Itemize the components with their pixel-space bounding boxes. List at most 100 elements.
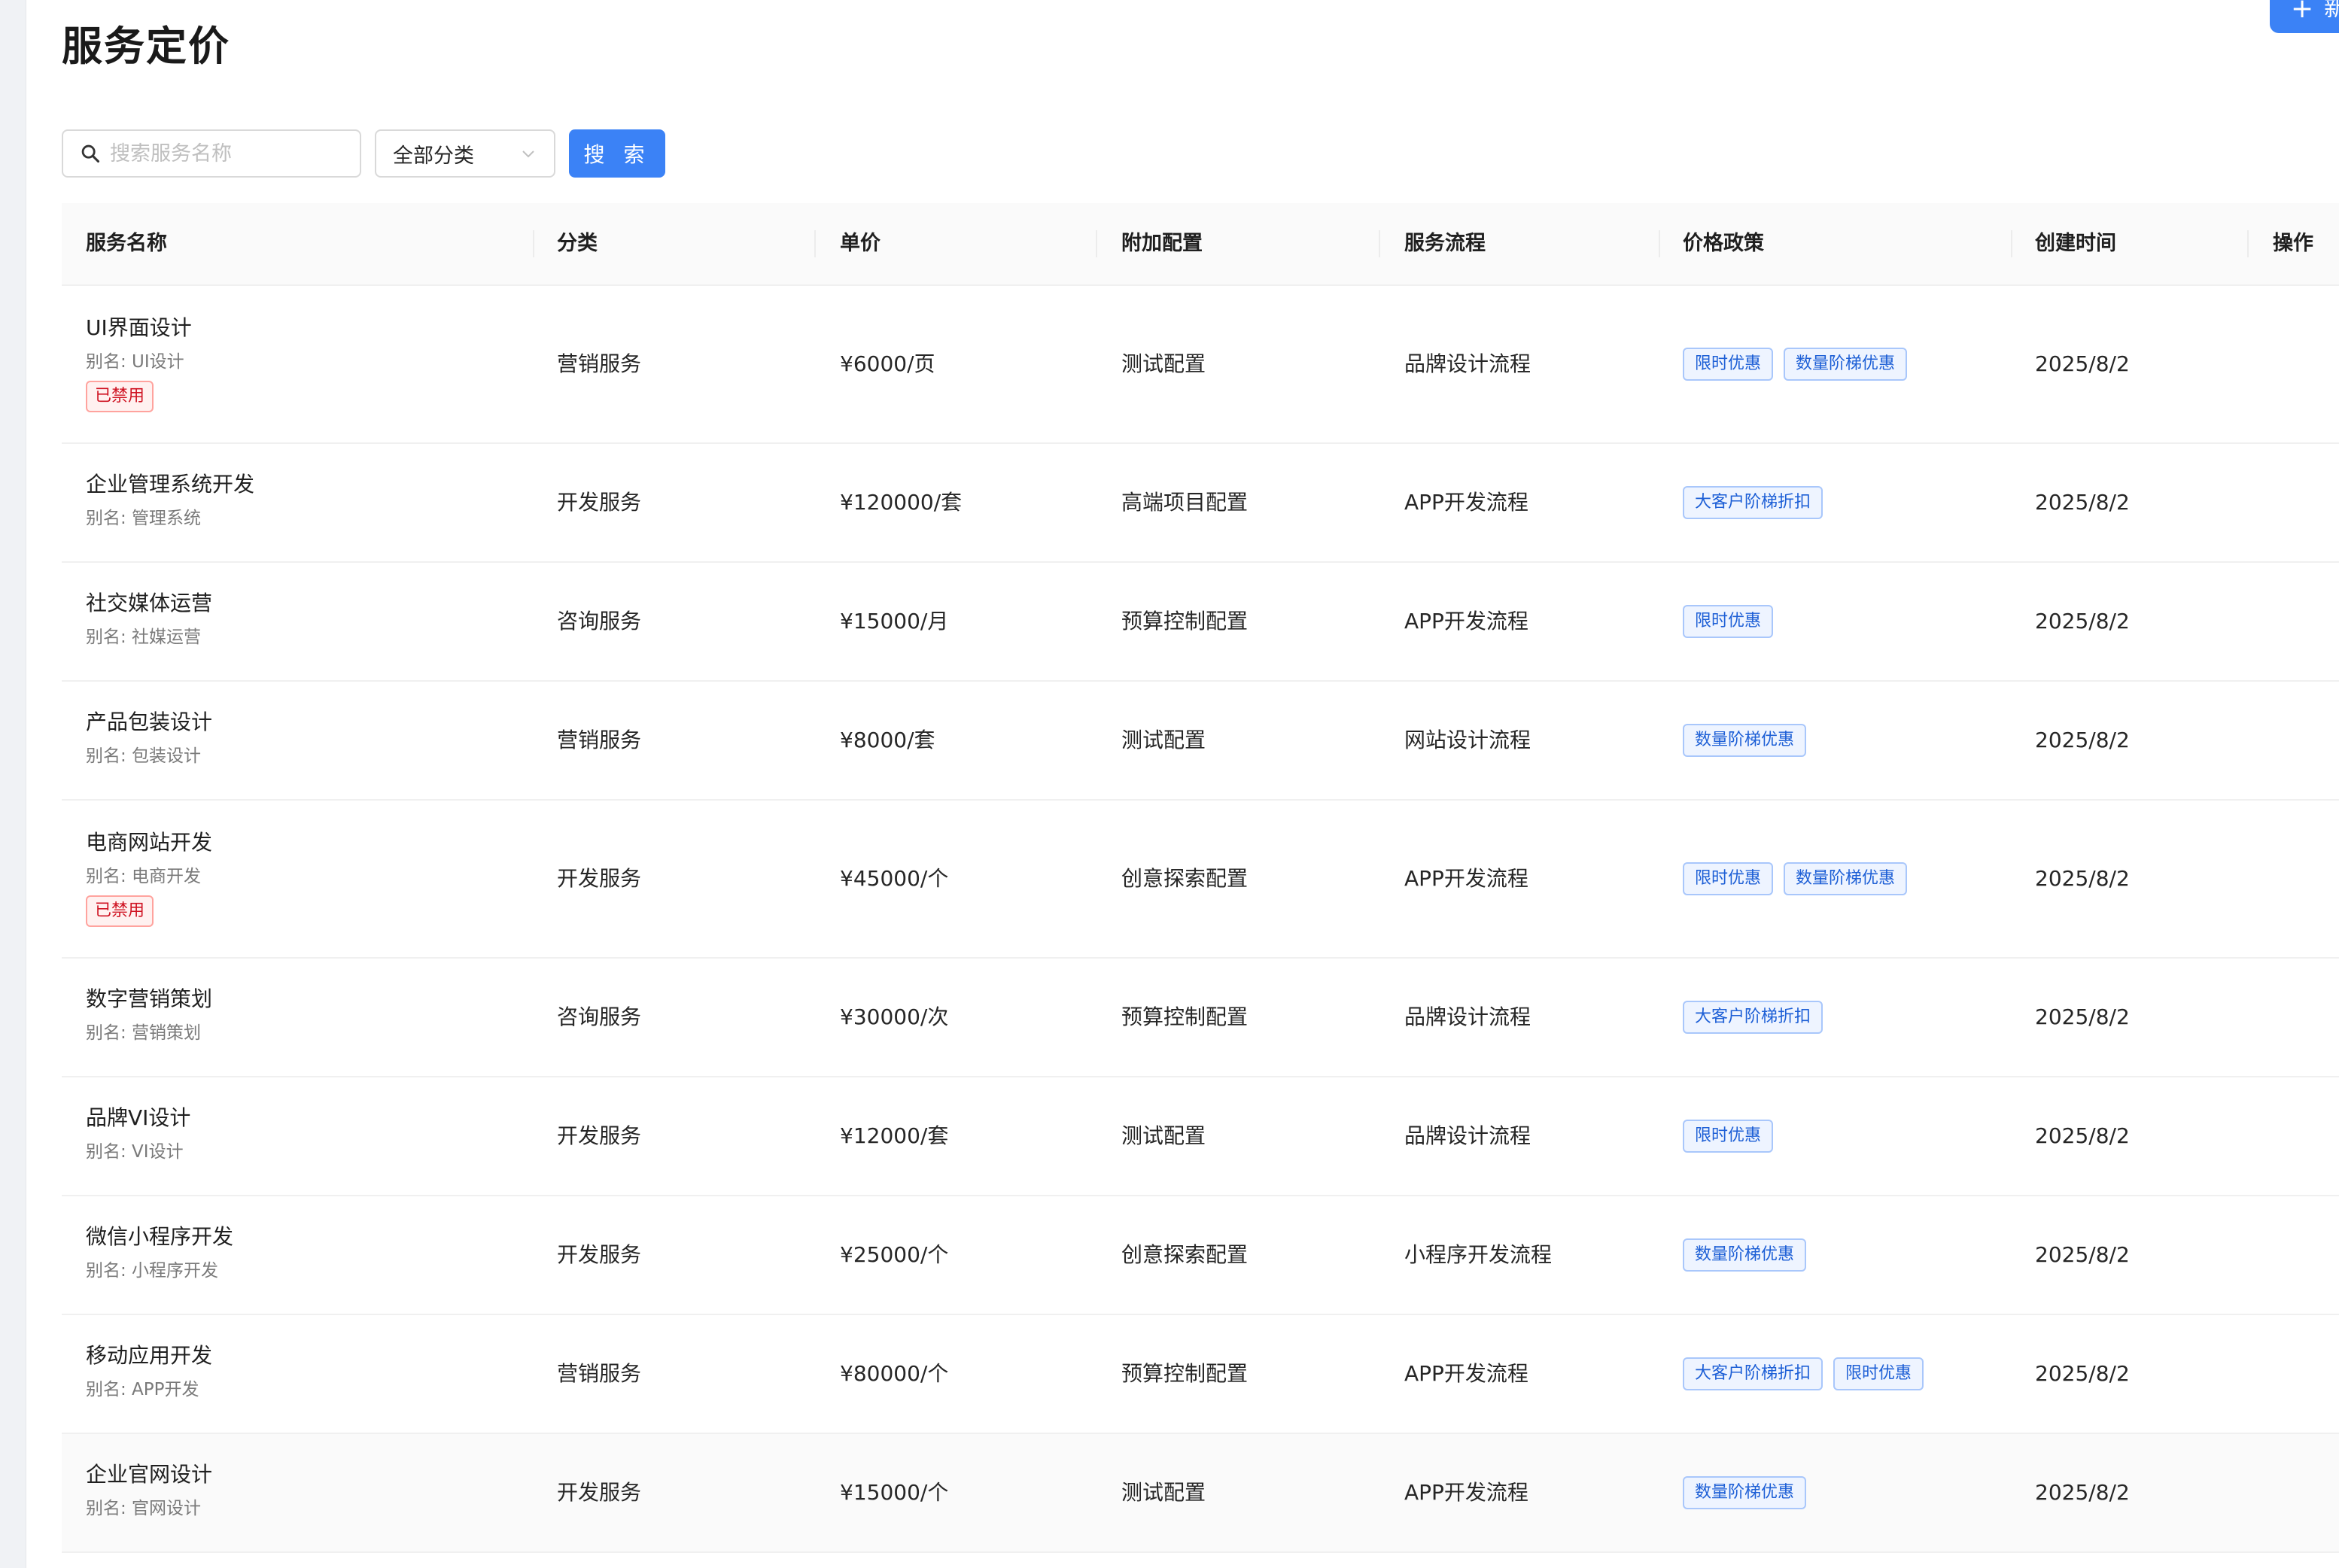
category-select-value: 全部分类: [393, 144, 474, 168]
column-divider: [1096, 230, 1097, 257]
price-policy-tags: 限时优惠 数量阶梯优惠: [1683, 348, 1908, 381]
category-cell: 开发服务: [557, 866, 642, 891]
pricing-table: 服务名称 分类 单价 附加配置 服务流程 价格政策 创建时间 操作 UI界面设计 别名: UI设…: [62, 203, 2339, 1553]
table-body: UI界面设计 别名: UI设计 已禁用 营销服务 ¥6000/页 测试配置 品牌设计流程 20…: [62, 286, 2339, 1553]
column-divider: [1659, 230, 1660, 257]
sidebar-edge: [0, 0, 26, 1568]
price-cell: ¥12000/套: [840, 1123, 949, 1148]
status-badge-disabled: 已禁用: [86, 895, 154, 927]
search-field[interactable]: [62, 129, 361, 178]
price-policy-tag: 数量阶梯优惠: [1784, 862, 1908, 895]
category-cell: 咨询服务: [557, 609, 642, 634]
price-cell: ¥6000/页: [840, 351, 935, 376]
flow-cell: 网站设计流程: [1404, 728, 1531, 752]
flow-cell: 品牌设计流程: [1404, 1123, 1531, 1148]
table-row[interactable]: 社交媒体运营 别名: 社媒运营 咨询服务 ¥15000/月 预算控制配置 APP开发流程 2…: [62, 563, 2339, 682]
flow-cell: APP开发流程: [1404, 866, 1528, 891]
price-policy-tags: 大客户阶梯折扣 限时优惠: [1683, 1357, 1924, 1390]
service-name-cell: 企业官网设计 别名: 官网设计: [86, 1460, 212, 1521]
column-divider: [1379, 230, 1380, 257]
price-cell: ¥30000/次: [840, 1004, 949, 1029]
table-row[interactable]: 品牌VI设计 别名: VI设计 开发服务 ¥12000/套 测试配置 品牌设计流程 2025…: [62, 1077, 2339, 1196]
service-name: 品牌VI设计: [86, 1105, 191, 1130]
service-name: 数字营销策划: [86, 986, 213, 1011]
config-cell: 预算控制配置: [1121, 609, 1249, 634]
column-header: 服务名称: [86, 232, 167, 255]
column-divider: [2247, 230, 2249, 257]
service-name-cell: 数字营销策划别名: 营销策划: [86, 984, 212, 1046]
price-cell: ¥120000/套: [840, 490, 963, 515]
price-cell: ¥15000/月: [840, 609, 949, 634]
flow-cell: APP开发流程: [1404, 609, 1528, 634]
service-name: 产品包装设计: [86, 710, 213, 734]
price-policy-tag: 限时优惠: [1683, 862, 1774, 895]
price-policy-tag: 大客户阶梯折扣: [1683, 486, 1823, 519]
price-policy-tags: 限时优惠: [1683, 605, 1774, 638]
price-policy-tag: 限时优惠: [1683, 605, 1774, 638]
created-time-cell: 2025/8/2: [2035, 490, 2130, 515]
price-cell: ¥8000/套: [840, 728, 935, 752]
config-cell: 创意探索配置: [1121, 1242, 1249, 1267]
table-row[interactable]: 微信小程序开发 别名: 小程序开发 开发服务 ¥25000/个 创意探索配置 小程序开发流…: [62, 1196, 2339, 1315]
service-name-cell: UI界面设计 别名: UI设计 已禁用: [86, 313, 192, 412]
price-policy-tag: 数量阶梯优惠: [1683, 1238, 1807, 1272]
price-policy-tag: 数量阶梯优惠: [1683, 1476, 1807, 1509]
column-header: 单价: [840, 232, 881, 255]
price-policy-tag: 大客户阶梯折扣: [1683, 1001, 1823, 1034]
table-header: 服务名称 分类 单价 附加配置 服务流程 价格政策 创建时间 操作: [62, 203, 2339, 286]
column-header: 操作: [2273, 232, 2313, 255]
config-cell: 预算控制配置: [1121, 1004, 1249, 1029]
price-policy-tag: 数量阶梯优惠: [1784, 348, 1908, 381]
service-name: 电商网站开发: [86, 830, 213, 855]
column-divider: [814, 230, 816, 257]
column-header: 分类: [557, 232, 598, 255]
table-row[interactable]: 数字营销策划 别名: 营销策划 咨询服务 ¥30000/次 预算控制配置 品牌设计流程 20…: [62, 959, 2339, 1077]
table-row[interactable]: 企业管理系统开发 别名: 管理系统 开发服务 ¥120000/套 高端项目配置 APP开发…: [62, 444, 2339, 563]
service-alias: 别名: VI设计: [86, 1142, 184, 1162]
price-policy-tags: 限时优惠: [1683, 1120, 1774, 1153]
category-cell: 营销服务: [557, 351, 642, 376]
table-row[interactable]: 企业官网设计 别名: 官网设计 开发服务 ¥15000/个 测试配置 APP开发流程 202…: [62, 1434, 2339, 1553]
table-row[interactable]: UI界面设计 别名: UI设计 已禁用 营销服务 ¥6000/页 测试配置 品牌设计流程 20…: [62, 286, 2339, 444]
search-input[interactable]: [108, 141, 337, 166]
created-time-cell: 2025/8/2: [2035, 866, 2130, 891]
service-name-cell: 移动应用开发 别名: APP开发: [86, 1341, 212, 1402]
created-time-cell: 2025/8/2: [2035, 351, 2130, 376]
price-policy-tags: 大客户阶梯折扣: [1683, 1001, 1823, 1034]
config-cell: 测试配置: [1121, 351, 1206, 376]
search-button[interactable]: 搜 索: [569, 129, 665, 178]
service-name-cell: 微信小程序开发 别名: 小程序开发: [86, 1222, 233, 1284]
price-policy-tag: 限时优惠: [1833, 1357, 1924, 1390]
price-policy-tags: 大客户阶梯折扣: [1683, 486, 1823, 519]
created-time-cell: 2025/8/2: [2035, 728, 2130, 752]
column-divider: [2011, 230, 2012, 257]
service-alias: 别名: 管理系统: [86, 509, 202, 528]
column-header: 创建时间: [2035, 232, 2116, 255]
service-alias: 别名: 小程序开发: [86, 1261, 219, 1281]
table-row[interactable]: 移动应用开发 别名: APP开发 营销服务 ¥80000/个 预算控制配置 APP开发流程…: [62, 1315, 2339, 1434]
config-cell: 创意探索配置: [1121, 866, 1249, 891]
category-select[interactable]: 全部分类: [375, 129, 555, 178]
price-policy-tags: 数量阶梯优惠: [1683, 1476, 1807, 1509]
table-row[interactable]: 电商网站开发 别名: 电商开发 已禁用 开发服务 ¥45000/个 创意探索配置 APP开发…: [62, 801, 2339, 959]
service-name: 企业管理系统开发: [86, 472, 255, 497]
column-header: 服务流程: [1404, 232, 1486, 255]
category-cell: 开发服务: [557, 490, 642, 515]
price-cell: ¥80000/个: [840, 1361, 949, 1386]
category-cell: 开发服务: [557, 1242, 642, 1267]
page-title: 服务定价: [62, 23, 230, 70]
new-service-button[interactable]: + 新: [2270, 0, 2339, 33]
service-name: 移动应用开发: [86, 1343, 213, 1368]
chevron-down-icon: [522, 150, 534, 158]
created-time-cell: 2025/8/2: [2035, 1004, 2130, 1029]
column-header: 附加配置: [1121, 232, 1203, 255]
price-policy-tag: 限时优惠: [1683, 348, 1774, 381]
table-row[interactable]: 产品包装设计 别名: 包装设计 营销服务 ¥8000/套 测试配置 网站设计流程 2025/…: [62, 682, 2339, 801]
flow-cell: APP开发流程: [1404, 1480, 1528, 1505]
service-alias: 别名: UI设计: [86, 352, 184, 372]
flow-cell: 品牌设计流程: [1404, 1004, 1531, 1029]
price-cell: ¥25000/个: [840, 1242, 949, 1267]
service-name-cell: 品牌VI设计别名: VI设计: [86, 1103, 190, 1165]
category-cell: 营销服务: [557, 1361, 642, 1386]
service-alias: 别名: 营销策划: [86, 1023, 202, 1043]
